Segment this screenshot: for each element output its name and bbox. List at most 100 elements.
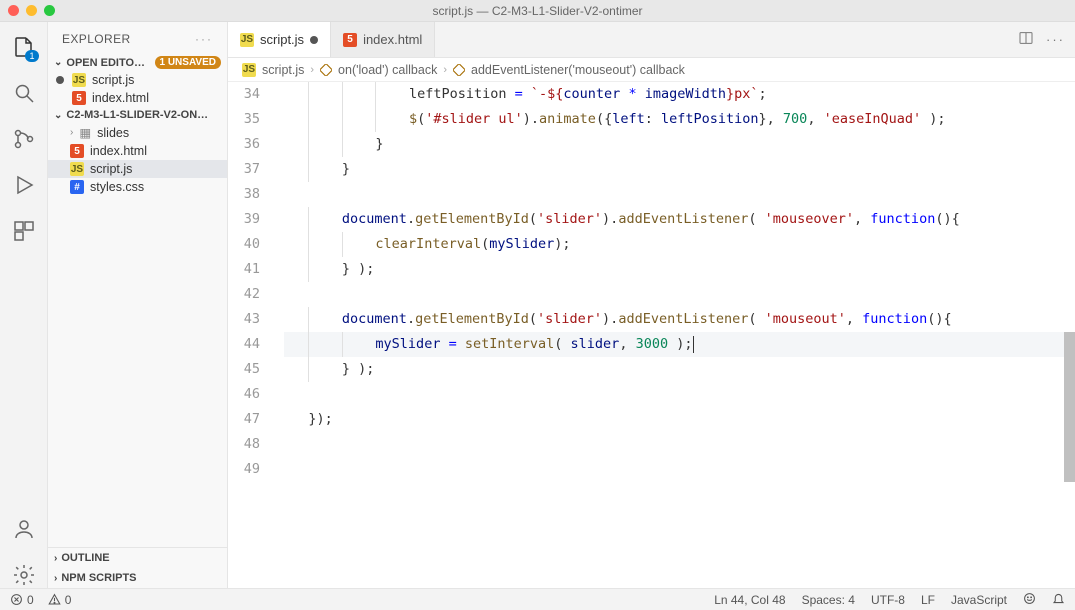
open-editor-item[interactable]: JSscript.js [48,71,227,89]
breadcrumb-fn1[interactable]: on('load') callback [338,63,437,77]
code-line[interactable] [284,457,1075,482]
open-editors-label: OPEN EDITO… [66,57,145,69]
line-number: 47 [228,407,260,432]
chevron-right-icon: › [54,553,57,564]
editor-area: JSscript.js5index.html ··· JS script.js … [228,22,1075,588]
status-bar: 0 0 Ln 44, Col 48 Spaces: 4 UTF-8 LF Jav… [0,588,1075,610]
code-line[interactable]: clearInterval(mySlider); [284,232,1075,257]
outline-section[interactable]: › OUTLINE [48,548,227,568]
maximize-window-button[interactable] [44,5,55,16]
file-name: script.js [90,162,132,176]
titlebar: script.js — C2-M3-L1-Slider-V2-ontimer [0,0,1075,22]
code-line[interactable]: document.getElementById('slider').addEve… [284,207,1075,232]
outline-label: OUTLINE [61,552,109,564]
breadcrumb-fn2[interactable]: addEventListener('mouseout') callback [471,63,685,77]
code-content[interactable]: leftPosition = `-${counter * imageWidth}… [278,82,1075,588]
settings-gear-icon[interactable] [11,562,37,588]
status-lang[interactable]: JavaScript [951,593,1007,607]
folder-icon: ▦ [79,125,91,140]
open-editor-item[interactable]: 5 index.html [48,89,227,107]
activity-bar: 1 [0,22,48,588]
accounts-icon[interactable] [11,516,37,542]
status-warnings[interactable]: 0 [48,593,72,607]
file-name: styles.css [90,180,144,194]
folder-name: slides [97,126,129,140]
folder-item[interactable]: › ▦ slides [48,123,227,142]
minimize-window-button[interactable] [26,5,37,16]
vertical-scrollbar[interactable] [1063,82,1075,588]
chevron-right-icon: › [54,573,57,584]
file-name: index.html [90,144,147,158]
line-number-gutter: 34353637383940414243444546474849 [228,82,278,588]
chevron-right-icon: › [310,64,314,76]
explorer-badge: 1 [25,50,38,62]
js-file-icon: JS [72,73,86,87]
js-file-icon: JS [70,162,84,176]
more-actions-icon[interactable]: ··· [1046,32,1065,47]
chevron-right-icon: › [443,64,447,76]
code-line[interactable]: } ); [284,257,1075,282]
status-errors[interactable]: 0 [10,593,34,607]
file-item[interactable]: 5index.html [48,142,227,160]
code-line[interactable] [284,182,1075,207]
npm-scripts-label: NPM SCRIPTS [61,572,136,584]
breadcrumb-file[interactable]: script.js [262,63,304,77]
npm-scripts-section[interactable]: › NPM SCRIPTS [48,568,227,588]
feedback-icon[interactable] [1023,592,1036,608]
open-editors-section[interactable]: ⌄ OPEN EDITO… 1 UNSAVED [48,54,227,71]
code-line[interactable] [284,382,1075,407]
chevron-right-icon: › [70,127,73,138]
explorer-sidebar: EXPLORER ··· ⌄ OPEN EDITO… 1 UNSAVED JS s… [48,22,228,588]
sidebar-header: EXPLORER ··· [48,22,227,54]
editor-tab[interactable]: 5 index.html [331,22,435,57]
split-editor-icon[interactable] [1018,30,1034,49]
code-line[interactable]: } [284,157,1075,182]
file-item[interactable]: # styles.css [48,178,227,196]
scroll-thumb[interactable] [1064,332,1075,482]
window-title: script.js — C2-M3-L1-Slider-V2-ontimer [432,4,642,18]
status-eol[interactable]: LF [921,593,935,607]
code-line[interactable]: }); [284,407,1075,432]
project-label: C2-M3-L1-SLIDER-V2-ON… [66,109,208,121]
code-line[interactable]: } ); [284,357,1075,382]
close-window-button[interactable] [8,5,19,16]
breadcrumb[interactable]: JS script.js › on('load') callback › add… [228,58,1075,82]
line-number: 43 [228,307,260,332]
unsaved-dot-icon [310,36,318,44]
editor-tab[interactable]: JSscript.js [228,22,331,57]
line-number: 48 [228,432,260,457]
code-line[interactable]: } [284,132,1075,157]
code-line[interactable] [284,432,1075,457]
tab-label: index.html [363,32,422,47]
code-line[interactable]: mySlider = setInterval( slider, 3000 ); [284,332,1075,357]
html-file-icon: 5 [343,33,357,47]
line-number: 37 [228,157,260,182]
line-number: 36 [228,132,260,157]
status-encoding[interactable]: UTF-8 [871,593,905,607]
line-number: 40 [228,232,260,257]
project-section[interactable]: ⌄ C2-M3-L1-SLIDER-V2-ON… [48,107,227,123]
sidebar-more-icon[interactable]: ··· [195,32,213,46]
code-line[interactable] [284,282,1075,307]
file-item[interactable]: JS script.js [48,160,227,178]
code-editor[interactable]: 34353637383940414243444546474849 leftPos… [228,82,1075,588]
run-debug-icon[interactable] [11,172,37,198]
unsaved-badge: 1 UNSAVED [155,56,222,69]
editor-tabs: JSscript.js 5 index.html ··· [228,22,1075,58]
html-file-icon: 5 [72,91,86,105]
notifications-icon[interactable] [1052,592,1065,608]
line-number: 34 [228,82,260,107]
css-file-icon: # [70,180,84,194]
source-control-icon[interactable] [11,126,37,152]
explorer-icon[interactable]: 1 [11,34,37,60]
js-file-icon: JS [240,33,254,47]
code-line[interactable]: document.getElementById('slider').addEve… [284,307,1075,332]
status-lncol[interactable]: Ln 44, Col 48 [714,593,785,607]
status-spaces[interactable]: Spaces: 4 [802,593,855,607]
extensions-icon[interactable] [11,218,37,244]
method-icon [320,64,332,76]
code-line[interactable]: $('#slider ul').animate({left: leftPosit… [284,107,1075,132]
code-line[interactable]: leftPosition = `-${counter * imageWidth}… [284,82,1075,107]
search-icon[interactable] [11,80,37,106]
file-name: index.html [92,91,149,105]
